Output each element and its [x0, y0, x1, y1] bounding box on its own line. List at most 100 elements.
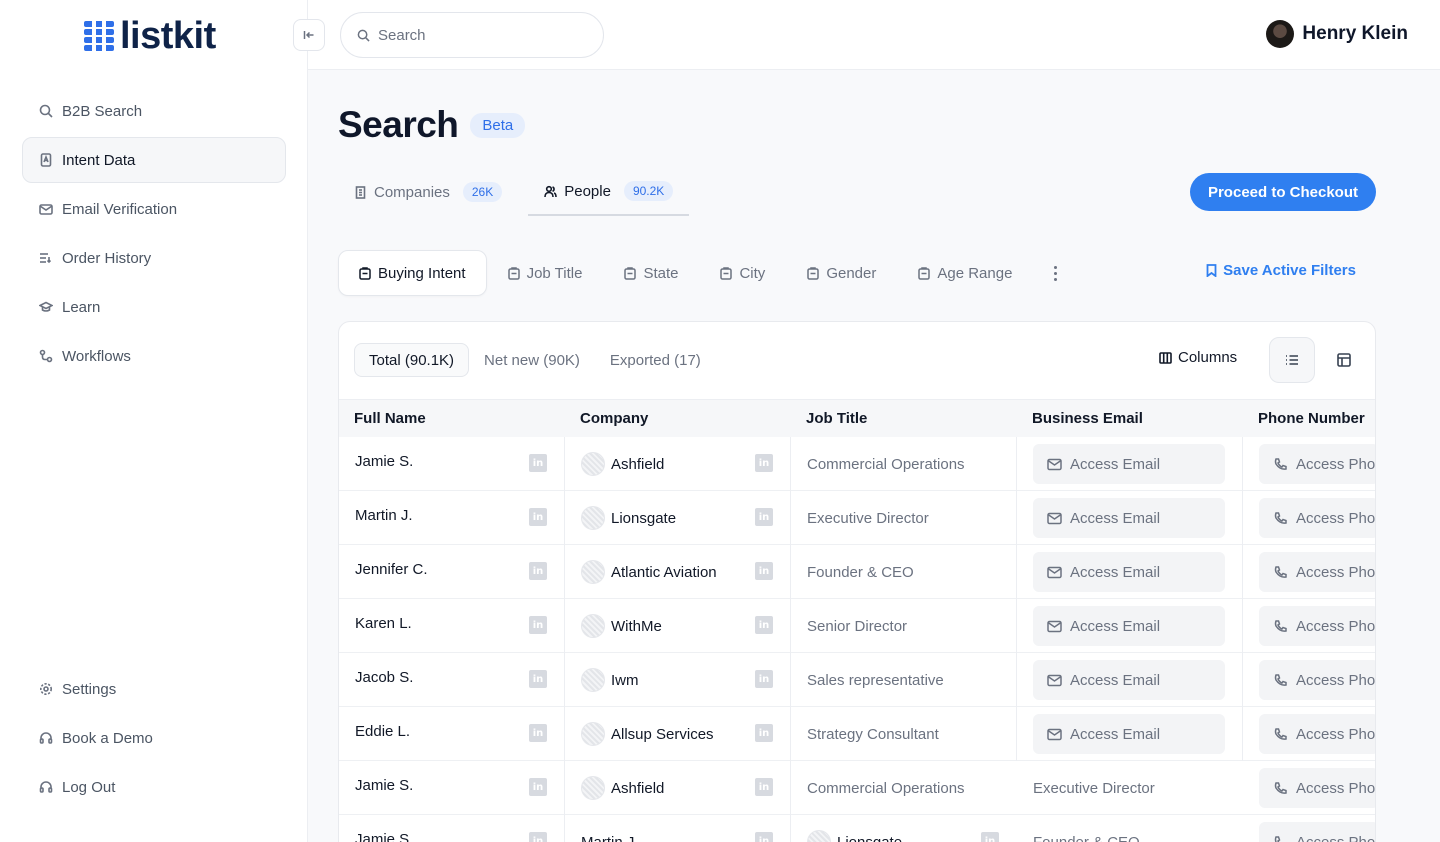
linkedin-icon[interactable]: in [755, 616, 773, 634]
column-header-job-title[interactable]: Job Title [806, 400, 867, 438]
collapse-sidebar-button[interactable] [293, 19, 325, 51]
columns-button[interactable]: Columns [1159, 349, 1237, 366]
sidebar-item-email-verification[interactable]: Email Verification [22, 186, 286, 232]
access-phone-button[interactable]: Access Phone [1259, 498, 1375, 538]
linkedin-icon[interactable]: in [755, 724, 773, 742]
sidebar-item-log-out[interactable]: Log Out [22, 764, 286, 810]
sidebar-item-learn[interactable]: Learn [22, 284, 286, 330]
sidebar-item-intent-data[interactable]: Intent Data [22, 137, 286, 183]
linkedin-icon[interactable]: in [755, 778, 773, 796]
sidebar-item-b2b-search[interactable]: B2B Search [22, 88, 286, 134]
linkedin-icon[interactable]: in [529, 724, 547, 742]
linkedin-icon[interactable]: in [529, 508, 547, 526]
company-name[interactable]: Atlantic Aviation [611, 564, 717, 581]
table-row[interactable]: Jamie S. in Martin J. in Lionsgate in Fo… [339, 815, 1375, 842]
access-email-button[interactable]: Access Email [1033, 498, 1225, 538]
linkedin-icon[interactable]: in [529, 616, 547, 634]
subtab-total[interactable]: Total (90.1K) [354, 343, 470, 377]
sidebar-item-workflows[interactable]: Workflows [22, 333, 286, 379]
linkedin-icon[interactable]: in [755, 670, 773, 688]
full-name: Martin J. [355, 506, 413, 524]
access-phone-button[interactable]: Access Phone [1259, 606, 1375, 646]
access-phone-button[interactable]: Access Phone [1259, 660, 1375, 700]
sidebar-item-order-history[interactable]: Order History [22, 235, 286, 281]
building-icon [355, 185, 366, 199]
linkedin-icon[interactable]: in [981, 832, 999, 842]
company-name[interactable]: Martin J. [581, 834, 639, 842]
linkedin-icon[interactable]: in [755, 832, 773, 842]
logo-text: listkit [120, 15, 216, 57]
filter-gender[interactable]: Gender [786, 250, 897, 296]
table-row[interactable]: Eddie L. in Allsup Services in Strategy … [339, 707, 1375, 761]
linkedin-icon[interactable]: in [529, 562, 547, 580]
company-logo [581, 776, 605, 800]
linkedin-icon[interactable]: in [529, 778, 547, 796]
linkedin-icon[interactable]: in [755, 454, 773, 472]
table-row[interactable]: Martin J. in Lionsgate in Executive Dire… [339, 491, 1375, 545]
company-logo [807, 830, 831, 842]
table-row[interactable]: Jacob S. in Iwm in Sales representative … [339, 653, 1375, 707]
company-name[interactable]: Iwm [611, 672, 639, 689]
access-email-label: Access Email [1070, 455, 1161, 473]
linkedin-icon[interactable]: in [755, 562, 773, 580]
sidebar-bottom-nav: Settings Book a Demo Log Out [22, 666, 286, 813]
table-view-button[interactable] [1321, 337, 1367, 383]
sidebar-item-settings[interactable]: Settings [22, 666, 286, 712]
search-input[interactable] [378, 26, 578, 44]
access-phone-button[interactable]: Access Phone [1259, 444, 1375, 484]
column-header-full-name[interactable]: Full Name [354, 400, 426, 438]
more-filters-icon[interactable] [1045, 250, 1065, 296]
company-name[interactable]: Ashfield [611, 456, 664, 473]
filter-job-title[interactable]: Job Title [487, 250, 604, 296]
filter-state[interactable]: State [603, 250, 699, 296]
access-email-button[interactable]: Access Email [1033, 714, 1225, 754]
table-row[interactable]: Jamie S. in Ashfield in Commercial Opera… [339, 761, 1375, 815]
save-active-filters-button[interactable]: Save Active Filters [1206, 262, 1356, 279]
access-email-button[interactable]: Access Email [1033, 660, 1225, 700]
linkedin-icon[interactable]: in [529, 832, 547, 842]
search-icon [357, 29, 370, 42]
access-phone-button[interactable]: Access Phone [1259, 552, 1375, 592]
list-icon [40, 253, 52, 264]
company-name[interactable]: Lionsgate [837, 834, 902, 842]
linkedin-icon[interactable]: in [529, 454, 547, 472]
mail-icon [1047, 512, 1062, 524]
job-title: Senior Director [807, 617, 908, 635]
user-name: Henry Klein [1302, 23, 1408, 44]
company-name[interactable]: Lionsgate [611, 510, 676, 527]
filter-buying-intent[interactable]: Buying Intent [338, 250, 487, 296]
company-name[interactable]: WithMe [611, 618, 662, 635]
phone-icon [1274, 619, 1287, 632]
access-email-button[interactable]: Access Email [1033, 552, 1225, 592]
filter-city[interactable]: City [699, 250, 786, 296]
company-name[interactable]: Ashfield [611, 780, 664, 797]
proceed-to-checkout-button[interactable]: Proceed to Checkout [1189, 173, 1376, 211]
access-phone-button[interactable]: Access Phone [1259, 822, 1375, 842]
entity-tabs: Companies 26K People 90.2K [338, 168, 690, 216]
search-box[interactable] [340, 12, 604, 58]
sidebar-item-book-demo[interactable]: Book a Demo [22, 715, 286, 761]
filter-age-range[interactable]: Age Range [897, 250, 1033, 296]
column-header-phone-number[interactable]: Phone Number [1258, 400, 1365, 438]
tab-people[interactable]: People 90.2K [528, 168, 690, 216]
count-badge: 26K [462, 182, 503, 202]
list-view-button[interactable] [1269, 337, 1315, 383]
access-email-button[interactable]: Access Email [1033, 606, 1225, 646]
subtab-net-new[interactable]: Net new (90K) [469, 343, 595, 377]
linkedin-icon[interactable]: in [529, 670, 547, 688]
subtab-exported[interactable]: Exported (17) [595, 343, 716, 377]
table-row[interactable]: Jamie S. in Ashfield in Commercial Opera… [339, 437, 1375, 491]
column-header-business-email[interactable]: Business Email [1032, 400, 1143, 438]
table-row[interactable]: Jennifer C. in Atlantic Aviation in Foun… [339, 545, 1375, 599]
tab-companies[interactable]: Companies 26K [338, 168, 518, 216]
table-row[interactable]: Karen L. in WithMe in Senior Director Ac… [339, 599, 1375, 653]
column-header-company[interactable]: Company [580, 400, 648, 438]
company-name[interactable]: Allsup Services [611, 726, 714, 743]
access-phone-button[interactable]: Access Phone [1259, 714, 1375, 754]
beta-badge: Beta [470, 112, 526, 138]
logo[interactable]: listkit [84, 16, 216, 56]
access-email-button[interactable]: Access Email [1033, 444, 1225, 484]
access-phone-button[interactable]: Access Phone [1259, 768, 1375, 808]
user-menu[interactable]: Henry Klein [1266, 20, 1408, 48]
linkedin-icon[interactable]: in [755, 508, 773, 526]
